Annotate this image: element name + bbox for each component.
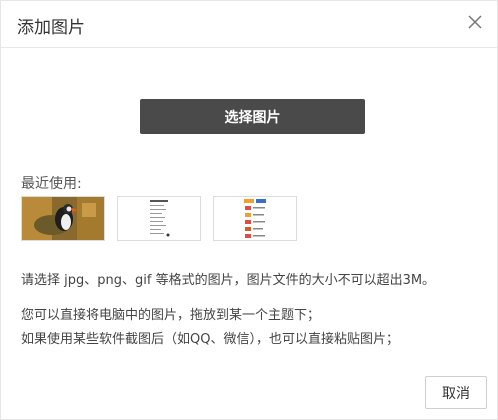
recent-image-1[interactable]: [21, 196, 105, 241]
close-icon[interactable]: [463, 10, 487, 34]
recent-image-2[interactable]: [117, 196, 201, 241]
select-image-button[interactable]: 选择图片: [140, 99, 365, 134]
colorful-list-screenshot-icon: [214, 197, 296, 240]
cancel-button[interactable]: 取消: [425, 376, 487, 409]
format-hint-text: 请选择 jpg、png、gif 等格式的图片，图片文件的大小不可以超出3M。: [21, 273, 436, 288]
document-screenshot-icon: [118, 197, 200, 240]
puffin-photo-icon: [22, 197, 104, 240]
recent-image-3[interactable]: [213, 196, 297, 241]
recent-images-list: [21, 196, 297, 241]
dialog-title: 添加图片: [17, 18, 85, 38]
paste-hint-text: 如果使用某些软件截图后（如QQ、微信），也可以直接粘贴图片；: [21, 332, 399, 347]
recent-used-label: 最近使用:: [21, 176, 82, 192]
dialog-header: 添加图片: [1, 1, 497, 48]
add-image-dialog: 添加图片 选择图片 最近使用: 请选择 jpg、png、gif 等格式的图片，图…: [0, 0, 498, 420]
drag-hint-text: 您可以直接将电脑中的图片，拖放到某一个主题下；: [21, 308, 321, 323]
